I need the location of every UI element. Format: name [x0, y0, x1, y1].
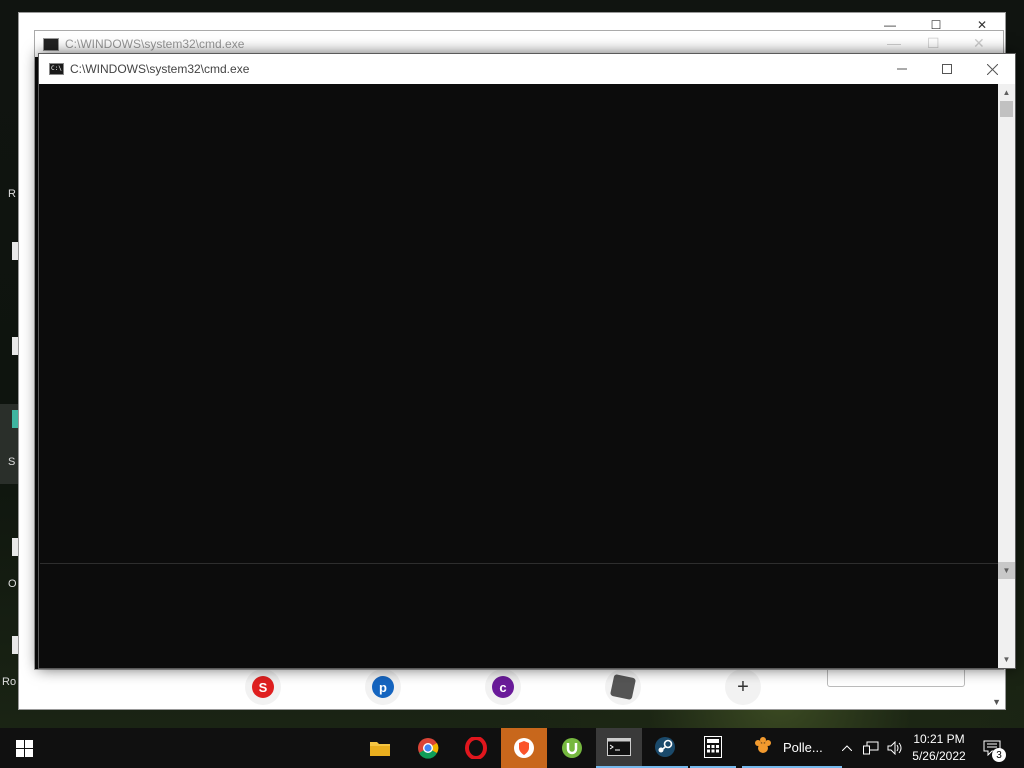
plus-icon: + — [737, 675, 749, 698]
scroll-down-icon[interactable]: ▼ — [998, 562, 1015, 579]
desktop-icon-label: S — [8, 456, 16, 468]
speed-dial-item[interactable]: S — [245, 669, 281, 705]
opera-icon — [465, 737, 487, 759]
chrome-icon — [418, 738, 439, 759]
maximize-icon[interactable]: ☐ — [927, 35, 940, 52]
pinterest-like-icon: p — [372, 676, 394, 698]
scrollbar-thumb[interactable] — [1000, 101, 1013, 117]
desktop-icon[interactable] — [0, 232, 18, 292]
flower-icon — [755, 737, 771, 753]
taskbar-chrome[interactable] — [405, 728, 451, 768]
scroll-up-icon[interactable]: ▲ — [998, 84, 1015, 101]
speed-dial-item[interactable]: p — [365, 669, 401, 705]
maximize-button[interactable] — [924, 54, 970, 84]
minimize-button[interactable] — [879, 54, 925, 84]
desktop-icon[interactable]: Ro — [0, 628, 20, 688]
desktop-icon-selected[interactable]: S — [0, 404, 18, 484]
window-title: C:\WINDOWS\system32\cmd.exe — [65, 37, 245, 51]
calculator-icon — [704, 736, 722, 758]
clock-date: 5/26/2022 — [912, 749, 966, 763]
windows-logo-icon — [15, 739, 33, 757]
speed-dial-item[interactable]: c — [485, 669, 521, 705]
console-output[interactable] — [40, 84, 998, 668]
scroll-down-icon[interactable]: ▼ — [992, 697, 1001, 707]
network-icon — [863, 741, 879, 755]
system-clock[interactable]: 10:21 PM 5/26/2022 — [904, 731, 974, 765]
folder-icon — [370, 742, 390, 756]
cmd-window[interactable]: C:\ C:\WINDOWS\system32\cmd.exe ▲ ▼ ▼ — [38, 53, 1016, 669]
utorrent-icon — [562, 738, 582, 758]
taskbar-steam[interactable] — [642, 728, 688, 768]
notification-count-badge: 3 — [992, 748, 1006, 762]
minimize-icon[interactable]: — — [887, 35, 901, 51]
steam-icon — [655, 737, 675, 757]
scroll-down-icon[interactable]: ▼ — [998, 651, 1015, 668]
taskbar-app-label: Polle... — [783, 740, 823, 755]
taskbar-opera[interactable] — [453, 728, 499, 768]
speed-dial-item[interactable] — [605, 669, 641, 705]
close-icon[interactable]: ✕ — [973, 35, 985, 52]
maximize-icon — [942, 64, 952, 74]
show-hidden-icons-button[interactable] — [838, 728, 856, 768]
minimize-icon — [897, 68, 907, 70]
speaker-icon — [887, 741, 902, 755]
close-icon — [986, 63, 998, 75]
desktop-icon-label: R — [8, 188, 16, 200]
speed-dial-icon: S — [252, 676, 274, 698]
desktop-icon[interactable]: O — [0, 530, 18, 590]
desktop-icon-label: O — [8, 578, 17, 590]
cmd-icon: C:\ — [49, 63, 64, 75]
taskbar-utorrent[interactable] — [549, 728, 595, 768]
speed-dial-icon: c — [492, 676, 514, 698]
cmd-icon — [607, 738, 631, 756]
cmd-icon — [43, 38, 59, 51]
start-button[interactable] — [0, 728, 48, 768]
console-split-divider — [40, 563, 998, 564]
window-title: C:\WINDOWS\system32\cmd.exe — [70, 62, 250, 76]
taskbar-calculator[interactable] — [690, 728, 736, 768]
taskbar-file-explorer[interactable] — [357, 728, 403, 768]
desktop-icon[interactable]: R — [0, 140, 18, 200]
close-button[interactable] — [969, 54, 1015, 84]
chevron-up-icon — [842, 745, 852, 751]
add-speed-dial-button[interactable]: + — [725, 669, 761, 705]
taskbar: Polle... 10:21 PM 5/26/2022 3 — [0, 728, 1024, 768]
network-button[interactable] — [860, 728, 882, 768]
desktop-icon[interactable] — [0, 325, 18, 385]
taskbar-command-prompt[interactable] — [596, 728, 642, 768]
volume-button[interactable] — [884, 728, 906, 768]
vertical-scrollbar[interactable]: ▲ ▼ ▼ — [998, 84, 1015, 668]
clock-time: 10:21 PM — [913, 732, 965, 746]
title-bar[interactable]: C:\ C:\WINDOWS\system32\cmd.exe — [39, 54, 1015, 84]
desktop-icon-label: Ro — [2, 676, 17, 688]
brave-icon — [514, 738, 534, 758]
speed-dial-icon — [609, 673, 637, 701]
taskbar-brave[interactable] — [501, 728, 547, 768]
